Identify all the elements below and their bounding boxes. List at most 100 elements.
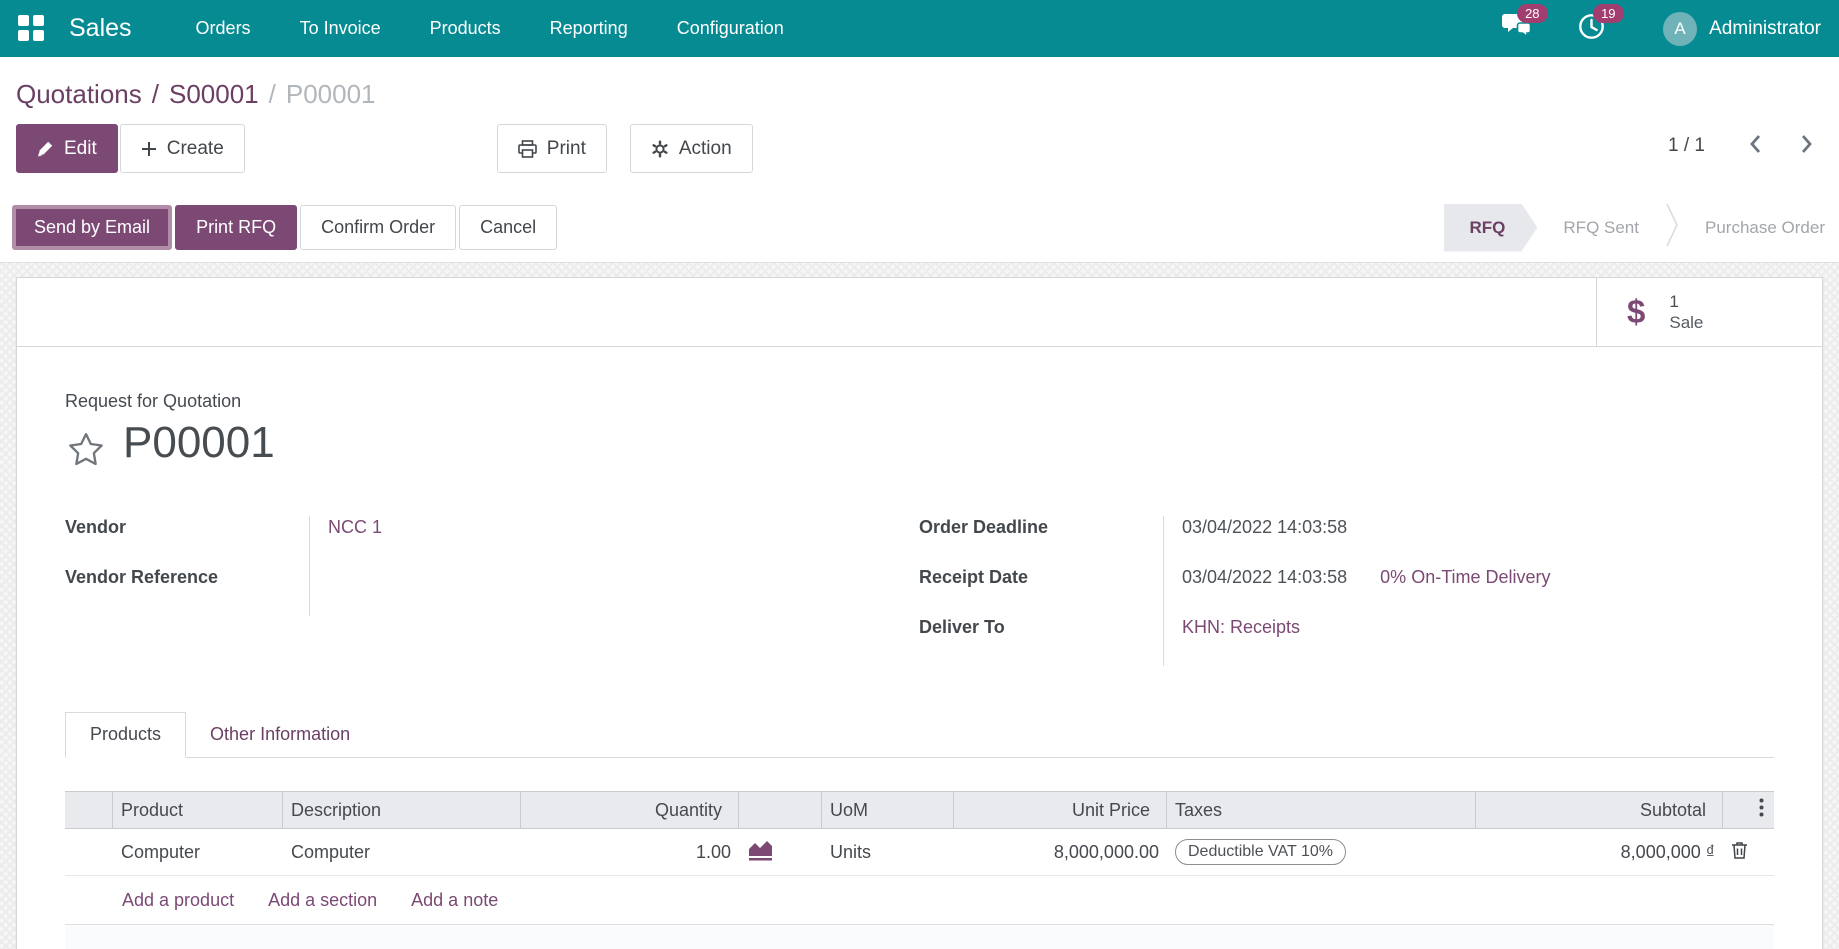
sale-smart-button[interactable]: $ 1 Sale <box>1596 278 1822 346</box>
cell-uom[interactable]: Units <box>822 829 954 875</box>
menu-configuration[interactable]: Configuration <box>677 18 784 39</box>
content-background: $ 1 Sale Request for Quotation P00001 <box>0 263 1839 949</box>
deliver-to-label: Deliver To <box>919 616 1163 666</box>
breadcrumb-current: P00001 <box>286 79 376 109</box>
control-panel: Edit Create Print <box>0 116 1839 193</box>
pager-previous-button[interactable] <box>1741 130 1770 161</box>
tab-products[interactable]: Products <box>65 712 186 758</box>
breadcrumb-separator: / <box>152 79 159 109</box>
cell-quantity[interactable]: 1.00 <box>521 829 739 875</box>
status-step-rfq-sent[interactable]: RFQ Sent <box>1537 204 1665 252</box>
add-a-product-link[interactable]: Add a product <box>122 890 234 911</box>
cell-product[interactable]: Computer <box>113 829 283 875</box>
tab-other-information[interactable]: Other Information <box>186 712 374 757</box>
order-deadline-value[interactable]: 03/04/2022 14:03:58 <box>1163 516 1774 566</box>
header-product[interactable]: Product <box>113 792 283 828</box>
header-taxes[interactable]: Taxes <box>1167 792 1476 828</box>
smart-button-box: $ 1 Sale <box>17 278 1822 347</box>
status-step-purchase-order[interactable]: Purchase Order <box>1679 204 1839 252</box>
table-header-row: Product Description Quantity UoM Unit Pr… <box>65 791 1774 829</box>
header-subtotal[interactable]: Subtotal <box>1476 792 1723 828</box>
cancel-button[interactable]: Cancel <box>459 205 557 250</box>
receipt-date-value[interactable]: 03/04/2022 14:03:58 <box>1182 567 1347 587</box>
deliver-to-value[interactable]: KHN: Receipts <box>1182 617 1300 637</box>
header-unit-price[interactable]: Unit Price <box>954 792 1167 828</box>
confirm-order-button[interactable]: Confirm Order <box>300 205 456 250</box>
star-icon <box>65 430 107 475</box>
breadcrumb-quotations[interactable]: Quotations <box>16 79 142 109</box>
printer-icon <box>518 140 537 158</box>
favorite-star-button[interactable] <box>65 430 107 475</box>
cell-description[interactable]: Computer <box>283 829 521 875</box>
edit-button[interactable]: Edit <box>16 124 118 173</box>
messages-count-badge: 28 <box>1517 4 1547 23</box>
optional-columns-button[interactable] <box>1723 792 1774 828</box>
order-deadline-label: Order Deadline <box>919 516 1163 566</box>
plus-icon <box>141 141 157 157</box>
row-handle[interactable] <box>65 829 113 875</box>
breadcrumb: Quotations / S00001 / P00001 <box>0 57 1839 116</box>
vendor-reference-label: Vendor Reference <box>65 566 309 616</box>
add-a-section-link[interactable]: Add a section <box>268 890 377 911</box>
sale-label: Sale <box>1669 312 1703 333</box>
status-step-divider-icon <box>1665 202 1679 253</box>
header-handle <box>65 792 113 828</box>
activities-button[interactable]: 19 <box>1578 13 1605 45</box>
top-navbar: Sales Orders To Invoice Products Reporti… <box>0 0 1839 57</box>
forecast-chart-icon <box>747 839 774 865</box>
header-uom[interactable]: UoM <box>822 792 954 828</box>
forecast-button[interactable] <box>747 839 774 865</box>
table-footer-links: Add a product Add a section Add a note <box>65 876 1774 925</box>
sale-count: 1 <box>1669 291 1703 312</box>
menu-orders[interactable]: Orders <box>196 18 251 39</box>
vendor-reference-value[interactable] <box>309 566 877 616</box>
table-empty-area <box>65 925 1774 949</box>
doc-type-label: Request for Quotation <box>65 391 1774 412</box>
chevron-left-icon <box>1749 134 1762 157</box>
print-button[interactable]: Print <box>497 124 607 173</box>
notebook-tabs: Products Other Information <box>65 712 1774 758</box>
apps-menu-icon[interactable] <box>18 15 45 42</box>
messages-button[interactable]: 28 <box>1502 13 1532 45</box>
add-a-note-link[interactable]: Add a note <box>411 890 498 911</box>
tax-badge[interactable]: Deductible VAT 10% <box>1175 839 1346 865</box>
delete-line-button[interactable] <box>1731 841 1748 863</box>
menu-to-invoice[interactable]: To Invoice <box>300 18 381 39</box>
clock-icon <box>1578 27 1605 44</box>
form-sheet: $ 1 Sale Request for Quotation P00001 <box>16 277 1823 949</box>
breadcrumb-separator: / <box>269 79 276 109</box>
receipt-date-label: Receipt Date <box>919 566 1163 616</box>
navbar-right: 28 19 A Administrator <box>1502 12 1821 46</box>
status-steps: RFQ RFQ Sent Purchase Order <box>1444 204 1839 252</box>
user-menu[interactable]: Administrator <box>1709 18 1821 40</box>
send-by-email-button[interactable]: Send by Email <box>12 205 172 250</box>
sheet-body: Request for Quotation P00001 Vendor NCC … <box>17 391 1822 949</box>
action-button[interactable]: Action <box>630 124 753 173</box>
header-description[interactable]: Description <box>283 792 521 828</box>
vendor-value[interactable]: NCC 1 <box>328 517 382 537</box>
field-groups: Vendor NCC 1 Vendor Reference Order Dead… <box>65 516 1774 666</box>
pager-next-button[interactable] <box>1792 130 1821 161</box>
pencil-icon <box>37 140 54 157</box>
messages-icon <box>1502 27 1532 44</box>
menu-products[interactable]: Products <box>430 18 501 39</box>
menu-reporting[interactable]: Reporting <box>550 18 628 39</box>
pager: 1 / 1 <box>1668 130 1821 161</box>
avatar[interactable]: A <box>1663 12 1697 46</box>
app-name[interactable]: Sales <box>69 14 132 43</box>
order-lines-table: Product Description Quantity UoM Unit Pr… <box>65 791 1774 949</box>
on-time-delivery-link[interactable]: 0% On-Time Delivery <box>1380 567 1550 587</box>
header-quantity[interactable]: Quantity <box>521 792 739 828</box>
create-button[interactable]: Create <box>120 124 245 173</box>
print-rfq-button[interactable]: Print RFQ <box>175 205 297 250</box>
status-step-rfq[interactable]: RFQ <box>1444 204 1538 252</box>
cell-subtotal: 8,000,000 ₫ <box>1476 829 1723 875</box>
page-title: P00001 <box>123 418 275 468</box>
cell-unit-price[interactable]: 8,000,000.00 <box>954 829 1167 875</box>
breadcrumb-s00001[interactable]: S00001 <box>169 79 259 109</box>
gear-icon <box>651 140 669 158</box>
activities-count-badge: 19 <box>1593 4 1623 23</box>
header-forecast <box>739 792 822 828</box>
table-row[interactable]: Computer Computer 1.00 <box>65 829 1774 876</box>
dollar-icon: $ <box>1627 293 1645 331</box>
